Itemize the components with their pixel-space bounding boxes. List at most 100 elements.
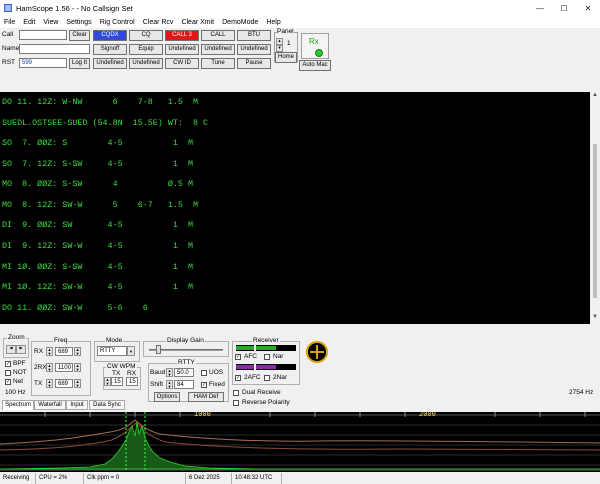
rx-freq-input[interactable]: 689 xyxy=(55,347,73,356)
shift-input[interactable]: 84 xyxy=(174,380,194,389)
menu-help[interactable]: Help xyxy=(262,19,284,26)
shift-spin-icon[interactable]: ▲ ▼ xyxy=(166,380,173,389)
macro-undefined-button[interactable]: Undefined xyxy=(165,44,199,55)
menu-clear-xmit[interactable]: Clear Xmit xyxy=(177,19,218,26)
rx-freq-spin-right-icon[interactable]: ▲ ▼ xyxy=(74,347,81,356)
macro-cq-button[interactable]: CQ xyxy=(129,30,163,41)
tab-input[interactable]: Input xyxy=(66,400,88,410)
maximize-button[interactable]: ☐ xyxy=(552,0,576,16)
macro-signoff-button[interactable]: Signoff xyxy=(93,44,127,55)
tx-freq-input[interactable]: 689 xyxy=(55,379,73,388)
scroll-down-arrow-icon[interactable]: ▼ xyxy=(590,314,600,324)
menu-demomode[interactable]: DemoMode xyxy=(218,19,262,26)
macro-call3-button[interactable]: CALL 3 xyxy=(165,30,199,41)
terminal-line: SO 7. 12Z: S-SW 4-5 1 M xyxy=(2,159,193,169)
name-label: Name xyxy=(2,45,20,52)
menu-bar: File Edit View Settings Rig Control Clea… xyxy=(0,16,600,28)
rx-indicator[interactable]: Rx xyxy=(301,33,329,59)
menu-edit[interactable]: Edit xyxy=(19,19,39,26)
rtty-options-button[interactable]: Options xyxy=(154,392,180,402)
close-button[interactable]: ✕ xyxy=(576,0,600,16)
reverse-polarity-label: Reverse Polarity xyxy=(242,399,290,406)
receiver-label: Receiver xyxy=(252,337,280,344)
zoom-down-arrow-icon[interactable]: ◀ xyxy=(6,345,16,354)
tab-spectrum[interactable]: Spectrum xyxy=(2,400,34,410)
bpf-checkbox[interactable]: ✓ xyxy=(5,361,11,367)
rst-input[interactable]: 599 xyxy=(19,58,67,68)
baud-input[interactable]: 50.0 xyxy=(174,368,194,377)
rx-freq-spin-icon[interactable]: ▲ ▼ xyxy=(46,347,53,356)
menu-rig-control[interactable]: Rig Control xyxy=(96,19,139,26)
terminal-scrollbar[interactable]: ▲ ▼ xyxy=(590,92,600,324)
display-gain-slider-thumb[interactable] xyxy=(156,345,161,354)
freq-label: Freq xyxy=(53,337,69,344)
crosshair-tuning-icon[interactable] xyxy=(306,341,328,363)
afc-label: AFC xyxy=(244,353,257,360)
cw-tx-input[interactable]: 15 xyxy=(111,377,123,386)
spectrum-display[interactable]: 1000 2000 xyxy=(0,412,600,472)
call-input[interactable] xyxy=(19,30,67,40)
tx-freq-spin-icon[interactable]: ▲ ▼ xyxy=(46,379,53,388)
macro-pause-button[interactable]: Pause xyxy=(237,58,271,69)
menu-view[interactable]: View xyxy=(39,19,62,26)
rx-freq-label: RX xyxy=(34,348,44,355)
scroll-up-arrow-icon[interactable]: ▲ xyxy=(590,92,600,102)
rx2-freq-spin-right-icon[interactable]: ▲ ▼ xyxy=(74,363,81,372)
rx2-freq-spin-icon[interactable]: ▲ ▼ xyxy=(46,363,53,372)
rx2-freq-input[interactable]: 1100 xyxy=(55,363,73,372)
nar-checkbox[interactable] xyxy=(264,354,270,360)
afc-checkbox[interactable]: ✓ xyxy=(235,354,241,360)
minimize-button[interactable]: — xyxy=(528,0,552,16)
panel-up-arrow-icon[interactable]: ▲ xyxy=(276,38,283,45)
menu-settings[interactable]: Settings xyxy=(62,19,95,26)
cw-rx-input[interactable]: 15 xyxy=(126,377,138,386)
scrollbar-thumb[interactable] xyxy=(593,144,597,298)
mode-select[interactable]: RTTY xyxy=(97,346,127,356)
receive-text-area[interactable]: DO 11. 12Z: W-NW 6 7-8 1.5 M SUEDL.OSTSE… xyxy=(0,92,590,324)
ham-def-button[interactable]: HAM Def xyxy=(188,392,224,402)
zoom-up-arrow-icon[interactable]: ▶ xyxy=(16,345,26,354)
not-checkbox[interactable] xyxy=(5,370,11,376)
bpf-label: BPF xyxy=(13,360,26,367)
tab-waterfall[interactable]: Waterfall xyxy=(34,400,66,410)
macro-call-button[interactable]: CALL xyxy=(201,30,235,41)
chevron-down-icon[interactable]: ▼ xyxy=(127,346,135,356)
menu-clear-rcv[interactable]: Clear Rcv xyxy=(139,19,178,26)
macro-tune-button[interactable]: Tune xyxy=(201,58,235,69)
macro-undefined-button[interactable]: Undefined xyxy=(129,58,163,69)
panel-down-arrow-icon[interactable]: ▼ xyxy=(276,45,283,52)
auto-mac-button[interactable]: Auto Mac xyxy=(299,60,331,71)
cw-tx-spin-icon[interactable]: ▲ ▼ xyxy=(104,377,111,386)
net-checkbox[interactable]: ✓ xyxy=(5,379,11,385)
terminal-line: MI 1Ø. 12Z: SW-W 4-5 1 M xyxy=(2,282,193,292)
freq-tick-1000: 1000 xyxy=(194,412,211,419)
tx-freq-spin-right-icon[interactable]: ▲ ▼ xyxy=(74,379,81,388)
log-it-button[interactable]: Log It xyxy=(69,58,90,69)
terminal-line: DO 11. 12Z: W-NW 6 7-8 1.5 M xyxy=(2,97,199,107)
dual-receive-checkbox[interactable] xyxy=(233,390,239,396)
macro-undefined-button[interactable]: Undefined xyxy=(93,58,127,69)
not-label: NOT xyxy=(13,369,27,376)
macro-cw-id-button[interactable]: CW ID xyxy=(165,58,199,69)
menu-file[interactable]: File xyxy=(0,19,19,26)
macro-undefined-button[interactable]: Undefined xyxy=(237,44,271,55)
home-button[interactable]: Home xyxy=(275,52,297,63)
tab-data-sync[interactable]: Data Sync xyxy=(89,400,125,410)
terminal-line: DI 9. ØØZ: SW 4-5 1 M xyxy=(2,220,193,230)
afc2-checkbox[interactable]: ✓ xyxy=(235,375,241,381)
macro-btu-button[interactable]: BTU xyxy=(237,30,271,41)
macro-cqdx-button[interactable]: CQDX xyxy=(93,30,127,41)
clear-button[interactable]: Clear xyxy=(69,30,90,41)
macro-equip-button[interactable]: Equip xyxy=(129,44,163,55)
fixed-label: Fixed xyxy=(209,381,225,388)
uos-checkbox[interactable] xyxy=(201,370,207,376)
fixed-checkbox[interactable]: ✓ xyxy=(201,382,207,388)
terminal-line: DI 9. 12Z: SW-W 4-5 1 M xyxy=(2,241,193,251)
nar2-checkbox[interactable] xyxy=(264,375,270,381)
baud-spin-icon[interactable]: ▲ ▼ xyxy=(166,368,173,377)
freq-tick-2000: 2000 xyxy=(419,412,436,419)
macro-undefined-button[interactable]: Undefined xyxy=(201,44,235,55)
reverse-polarity-checkbox[interactable] xyxy=(233,400,239,406)
name-input[interactable] xyxy=(19,44,90,54)
call-label: Call xyxy=(2,31,14,38)
